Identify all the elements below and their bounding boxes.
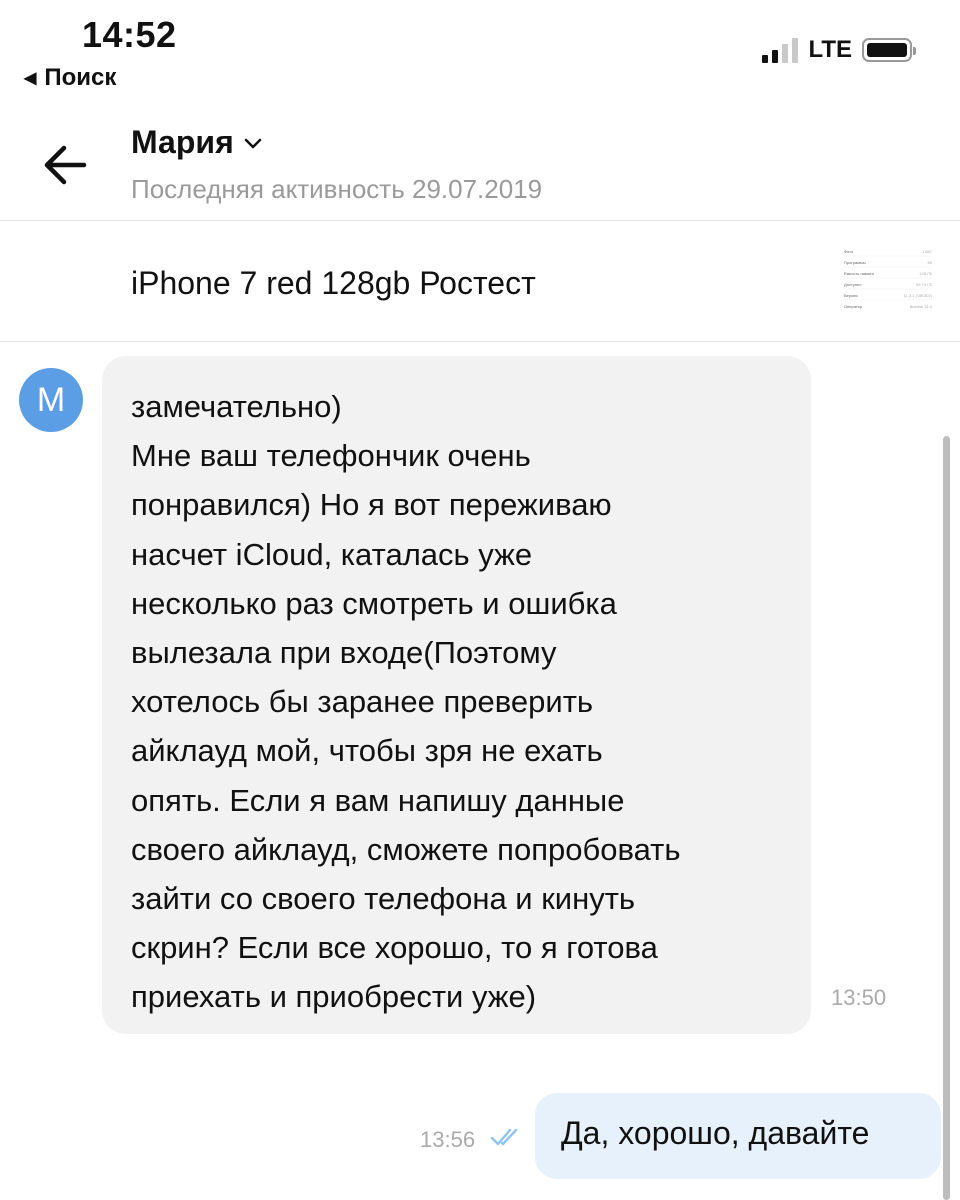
thumb-value-0: 1 687 bbox=[922, 249, 933, 254]
outgoing-message-bubble[interactable]: Да, хорошо, давайте bbox=[535, 1093, 941, 1179]
contact-name-button[interactable]: Мария bbox=[131, 124, 262, 161]
back-triangle-icon: ◀ bbox=[24, 70, 37, 87]
incoming-message-time: 13:50 bbox=[831, 985, 887, 1010]
thumb-label-1: Программы bbox=[844, 260, 866, 265]
thumb-label-2: Ёмкость памяти bbox=[844, 271, 874, 276]
thumb-label-5: Оператор bbox=[844, 304, 863, 309]
thumb-label-0: Фото bbox=[844, 249, 854, 254]
double-check-read-icon bbox=[490, 1128, 518, 1146]
back-to-app-label: Поиск bbox=[44, 64, 117, 91]
network-type: LTE bbox=[808, 36, 852, 63]
listing-title: iPhone 7 red 128gb Ростест bbox=[131, 265, 536, 301]
thumb-value-1: 59 bbox=[928, 260, 933, 265]
incoming-message-text: замечательно) Мне ваш телефончик очень п… bbox=[131, 389, 681, 1015]
listing-banner[interactable]: iPhone 7 red 128gb Ростест Фото 1 687 Пр… bbox=[0, 221, 960, 342]
thumb-value-4: 11.3.1 (15E302) bbox=[904, 293, 933, 298]
outgoing-message-time: 13:56 bbox=[420, 1127, 476, 1152]
listing-thumbnail[interactable]: Фото 1 687 Программы 59 Ёмкость памяти 1… bbox=[838, 245, 934, 319]
chat-header: Мария Последняя активность 29.07.2019 bbox=[0, 110, 960, 221]
thumb-label-3: Доступно bbox=[844, 282, 862, 287]
contact-avatar[interactable]: М bbox=[19, 368, 83, 432]
thumb-value-3: 69,74 ГБ bbox=[916, 282, 932, 287]
thumb-value-5: Beeline 31.0 bbox=[910, 304, 933, 309]
signal-strength-icon bbox=[762, 37, 799, 63]
scrollbar[interactable] bbox=[943, 436, 950, 1200]
chevron-down-icon bbox=[244, 138, 261, 148]
back-arrow-icon[interactable] bbox=[40, 140, 90, 190]
thumb-value-2: 128 ГБ bbox=[919, 271, 932, 276]
last-seen-status: Последняя активность 29.07.2019 bbox=[131, 174, 543, 204]
battery-icon bbox=[862, 38, 916, 62]
thumb-label-4: Версия bbox=[844, 293, 858, 298]
contact-name: Мария bbox=[131, 124, 234, 160]
back-to-app-button[interactable]: ◀ Поиск bbox=[24, 64, 116, 92]
incoming-message-bubble[interactable]: замечательно) Мне ваш телефончик очень п… bbox=[102, 356, 811, 1034]
outgoing-message-text: Да, хорошо, давайте bbox=[561, 1115, 870, 1151]
status-indicators: LTE bbox=[762, 36, 916, 64]
status-time: 14:52 bbox=[82, 14, 177, 55]
